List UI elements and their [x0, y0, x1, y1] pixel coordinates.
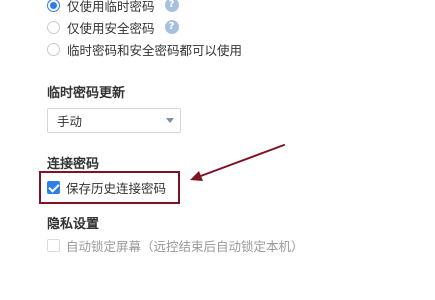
auto-lock-option[interactable]: 自动锁定屏幕（远控结束后自动锁定本机） — [47, 236, 304, 254]
section-title-privacy: 隐私设置 — [47, 217, 100, 232]
auto-lock-checkbox[interactable] — [47, 238, 60, 252]
auto-lock-label: 自动锁定屏幕（远控结束后自动锁定本机） — [66, 238, 304, 254]
annotation-arrow — [190, 144, 285, 181]
